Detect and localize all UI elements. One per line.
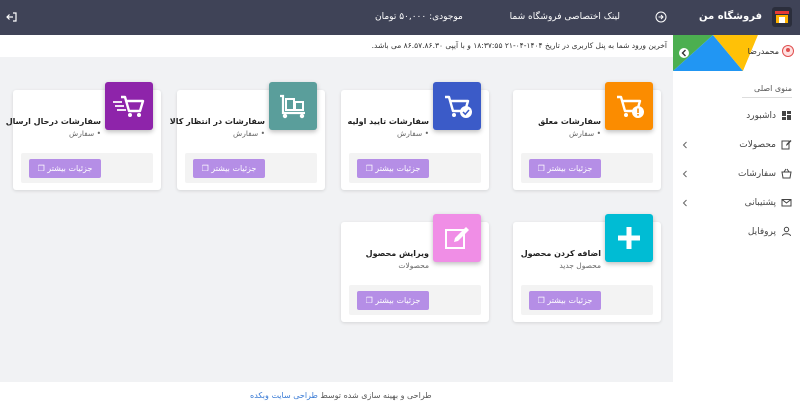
basket-icon bbox=[781, 168, 792, 179]
dolly-icon bbox=[269, 82, 317, 130]
button-label: جزئیات بیشتر bbox=[211, 164, 257, 173]
user-name: محمدرضا bbox=[747, 46, 779, 56]
shop-logo-icon bbox=[772, 7, 792, 27]
card-subtitle: محصول جدید bbox=[559, 261, 601, 270]
sidebar-item-dashboard[interactable]: داشبورد bbox=[673, 106, 800, 126]
sidebar-toggle-chevron-icon[interactable] bbox=[679, 48, 689, 58]
chevron-left-icon bbox=[682, 170, 687, 178]
cart-alert-icon bbox=[605, 82, 653, 130]
sidebar-item-support[interactable]: پشتیبانی bbox=[673, 193, 800, 213]
more-details-button[interactable]: جزئیات بیشتر ❐ bbox=[529, 291, 601, 310]
sidebar-item-products[interactable]: محصولات bbox=[673, 135, 800, 155]
arrow-circle-icon[interactable] bbox=[655, 11, 667, 23]
last-login-text: آخرین ورود شما به پنل کاربری در تاریخ ۱۴… bbox=[371, 41, 667, 50]
card-title: سفارشات در انتظار کالا bbox=[169, 117, 265, 126]
shop-link[interactable]: لینک اختصاصی فروشگاه شما bbox=[510, 12, 620, 22]
card-awaiting-goods-orders: سفارشات در انتظار کالا • سفارش جزئیات بی… bbox=[169, 82, 325, 190]
menu-title: منوی اصلی bbox=[742, 84, 792, 98]
cart-check-icon bbox=[433, 82, 481, 130]
sidebar-item-orders[interactable]: سفارشات bbox=[673, 164, 800, 184]
user-icon bbox=[782, 226, 791, 237]
card-add-product: اضافه کردن محصول محصول جدید جزئیات بیشتر… bbox=[513, 214, 661, 322]
card-title: اضافه کردن محصول bbox=[520, 249, 601, 258]
sidebar-item-profile[interactable]: پروفایل bbox=[673, 222, 800, 242]
card-footer: جزئیات بیشتر ❐ bbox=[521, 153, 653, 183]
brand-name[interactable]: فروشگاه من bbox=[699, 11, 762, 22]
edit-icon bbox=[781, 140, 792, 150]
card-footer: جزئیات بیشتر ❐ bbox=[185, 153, 317, 183]
plus-icon bbox=[605, 214, 653, 262]
footer-link[interactable]: طراحی سایت وبکده bbox=[250, 391, 318, 400]
more-details-button[interactable]: جزئیات بیشتر ❐ bbox=[193, 159, 265, 178]
button-label: جزئیات بیشتر bbox=[547, 296, 593, 305]
card-footer: جزئیات بیشتر ❐ bbox=[349, 285, 481, 315]
button-label: جزئیات بیشتر bbox=[375, 164, 421, 173]
last-login-bar: آخرین ورود شما به پنل کاربری در تاریخ ۱۴… bbox=[0, 35, 673, 57]
footer-credit: طراحی و بهینه سازی شده توسط bbox=[320, 391, 432, 400]
card-footer: جزئیات بیشتر ❐ bbox=[521, 285, 653, 315]
top-bar: موجودی: ۵۰,۰۰۰ تومان لینک اختصاصی فروشگا… bbox=[0, 0, 673, 35]
card-pending-orders: سفارشات معلق • سفارش جزئیات بیشتر ❐ bbox=[513, 82, 661, 190]
card-initial-approved-orders: سفارشات تایید اولیه • سفارش جزئیات بیشتر… bbox=[341, 82, 489, 190]
avatar bbox=[782, 45, 794, 57]
card-title: سفارشات درحال ارسال bbox=[5, 117, 101, 126]
pencil-edit-icon bbox=[433, 214, 481, 262]
card-footer: جزئیات بیشتر ❐ bbox=[21, 153, 153, 183]
more-details-button[interactable]: جزئیات بیشتر ❐ bbox=[357, 159, 429, 178]
more-details-button[interactable]: جزئیات بیشتر ❐ bbox=[29, 159, 101, 178]
card-footer: جزئیات بیشتر ❐ bbox=[349, 153, 481, 183]
card-subtitle: • سفارش bbox=[397, 129, 429, 138]
sidebar-item-label: پشتیبانی bbox=[744, 198, 776, 208]
logout-icon[interactable] bbox=[6, 11, 18, 23]
sidebar-item-label: داشبورد bbox=[746, 111, 776, 121]
button-label: جزئیات بیشتر bbox=[547, 164, 593, 173]
sidebar-item-label: محصولات bbox=[739, 140, 776, 150]
button-label: جزئیات بیشتر bbox=[375, 296, 421, 305]
balance-text: موجودی: ۵۰,۰۰۰ تومان bbox=[375, 12, 463, 22]
card-subtitle: • سفارش bbox=[233, 129, 265, 138]
fast-cart-icon bbox=[105, 82, 153, 130]
card-subtitle: • سفارش bbox=[69, 129, 101, 138]
card-title: سفارشات معلق bbox=[538, 117, 601, 126]
sidebar: فروشگاه من محمدرضا منوی اصلی داشبورد محص… bbox=[673, 0, 800, 409]
footer-text: طراحی و بهینه سازی شده توسط طراحی سایت و… bbox=[250, 391, 432, 400]
more-details-button[interactable]: جزئیات بیشتر ❐ bbox=[529, 159, 601, 178]
more-details-button[interactable]: جزئیات بیشتر ❐ bbox=[357, 291, 429, 310]
card-subtitle: محصولات bbox=[398, 261, 429, 270]
card-subtitle: • سفارش bbox=[569, 129, 601, 138]
page-footer: طراحی و بهینه سازی شده توسط طراحی سایت و… bbox=[0, 382, 673, 409]
card-shipping-orders: سفارشات درحال ارسال • سفارش جزئیات بیشتر… bbox=[5, 82, 161, 190]
sidebar-item-label: سفارشات bbox=[738, 169, 776, 179]
user-info[interactable]: محمدرضا bbox=[748, 45, 794, 57]
card-title: سفارشات تایید اولیه bbox=[347, 117, 429, 126]
card-title: ویرایش محصول bbox=[365, 249, 429, 258]
card-edit-product: ویرایش محصول محصولات جزئیات بیشتر ❐ bbox=[341, 214, 489, 322]
sidebar-header: فروشگاه من bbox=[673, 0, 800, 35]
dashboard-icon bbox=[782, 111, 791, 120]
button-label: جزئیات بیشتر bbox=[47, 164, 93, 173]
mail-icon bbox=[781, 199, 792, 207]
chevron-left-icon bbox=[682, 199, 687, 207]
sidebar-item-label: پروفایل bbox=[747, 227, 776, 237]
chevron-left-icon bbox=[682, 141, 687, 149]
